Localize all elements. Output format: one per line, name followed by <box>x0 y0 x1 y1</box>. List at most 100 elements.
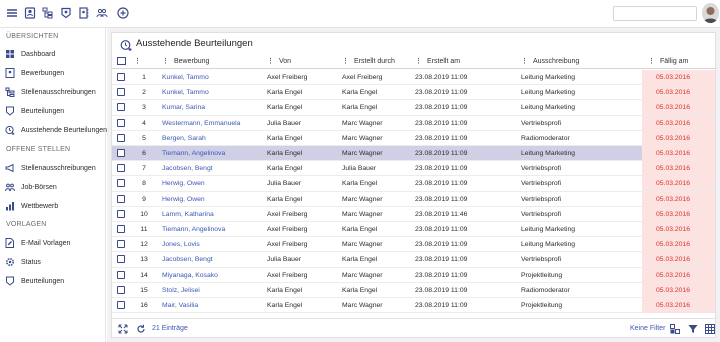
column-header-posting[interactable]: ⋮ Ausschreibung <box>521 57 579 65</box>
table-row[interactable]: 6 Tiemann, Angelinova Karla Engel Marc Wagn… <box>112 146 715 162</box>
sidebar-item-dashboard[interactable]: Dashboard <box>5 47 55 61</box>
due-date-cell: 05.03.2016 <box>642 191 715 207</box>
table-row[interactable]: 4 Westermann, Emmanuela Julia Bauer Marc Wa… <box>112 115 715 131</box>
column-menu-icon[interactable]: ⋮ <box>134 57 141 65</box>
column-header-due-date[interactable]: ⋮ Fällig am <box>648 57 688 65</box>
application-link[interactable]: Herwig, Owen <box>162 176 265 191</box>
badge-icon <box>5 106 15 116</box>
column-header-created-by[interactable]: ⋮ Erstellt durch <box>342 57 395 65</box>
application-link[interactable]: Lamm, Katharina <box>162 207 265 222</box>
from-cell: Karla Engel <box>267 165 303 173</box>
menu-icon[interactable] <box>5 6 19 20</box>
row-checkbox[interactable] <box>117 73 125 81</box>
application-link[interactable]: Kunkel, Tammo <box>162 85 265 100</box>
table-row[interactable]: 2 Kunkel, Tammo Karla Engel Karla Engel 23.0… <box>112 85 715 101</box>
application-link[interactable]: Bergen, Sarah <box>162 131 265 146</box>
application-link[interactable]: Mair, Vasilia <box>162 298 265 313</box>
pending-evaluations-panel: Ausstehende Beurteilungen ⋮ ⋮ Bewerbung ⋮… <box>111 32 716 338</box>
row-checkbox[interactable] <box>117 270 125 279</box>
sidebar-item-job-postings[interactable]: Stellenausschreibungen <box>5 85 96 99</box>
due-date-cell: 05.03.2016 <box>642 267 715 283</box>
column-header-application[interactable]: ⋮ Bewerbung <box>162 57 209 65</box>
application-link[interactable]: Jones, Lovis <box>162 237 265 252</box>
posting-cell: Leitung Marketing <box>521 89 576 97</box>
columns-icon[interactable] <box>670 324 680 336</box>
row-checkbox[interactable] <box>117 209 125 218</box>
table-row[interactable]: 13 Jacobsen, Bengt Julia Bauer Karla Engel 2… <box>112 252 715 268</box>
created-by-cell: Marc Wagner <box>342 302 383 309</box>
sidebar-item-status[interactable]: Status <box>5 255 41 269</box>
row-checkbox[interactable] <box>117 164 125 173</box>
select-all-icon[interactable] <box>117 57 126 65</box>
application-link[interactable]: Jacobsen, Bengt <box>162 252 265 267</box>
row-checkbox[interactable] <box>117 194 125 203</box>
application-link[interactable]: Stolz, Jelisei <box>162 283 265 298</box>
search-input[interactable] <box>613 6 697 21</box>
row-number: 2 <box>142 89 146 97</box>
application-link[interactable]: Kunkel, Tammo <box>162 70 265 85</box>
application-link[interactable]: Tiemann, Angelinova <box>162 146 265 161</box>
table-row[interactable]: 11 Tiemann, Angelinova Axel Freiberg Karla … <box>112 222 715 238</box>
expand-icon[interactable] <box>118 324 128 336</box>
profile-book-icon[interactable] <box>77 6 91 20</box>
application-link[interactable]: Kumar, Sarina <box>162 100 265 115</box>
sidebar-item-job-boards[interactable]: Job-Börsen <box>5 180 57 194</box>
application-link[interactable]: Herwig, Owen <box>162 192 265 207</box>
application-link[interactable]: Jacobsen, Bengt <box>162 161 265 176</box>
row-checkbox[interactable] <box>117 118 125 127</box>
sidebar-item-evaluation-templates[interactable]: Beurteilungen <box>5 274 64 288</box>
org-chart-icon[interactable] <box>41 6 55 20</box>
filter-status[interactable]: Keine Filter <box>630 325 665 332</box>
row-checkbox[interactable] <box>117 255 125 264</box>
row-checkbox[interactable] <box>117 88 125 97</box>
table-view-icon[interactable] <box>705 324 715 336</box>
sidebar-item-evaluations[interactable]: Beurteilungen <box>5 104 64 118</box>
due-date-cell: 05.03.2016 <box>642 70 715 85</box>
filter-icon[interactable] <box>688 324 698 336</box>
row-number: 13 <box>140 256 148 264</box>
created-at-cell: 23.08.2019 11:09 <box>415 226 468 233</box>
badge-icon[interactable] <box>59 6 73 20</box>
row-checkbox[interactable] <box>117 225 125 233</box>
table-row[interactable]: 3 Kumar, Sarina Karla Engel Karla Engel 23.0… <box>112 100 715 116</box>
created-at-cell: 23.08.2019 11:09 <box>415 119 468 127</box>
created-by-cell: Karla Engel <box>342 286 378 294</box>
refresh-icon[interactable] <box>136 324 146 336</box>
table-row[interactable]: 14 Miyanaga, Kosako Axel Freiberg Marc Wagn… <box>112 267 715 283</box>
column-header-created-at[interactable]: ⋮ Erstellt am <box>415 57 460 65</box>
row-checkbox[interactable] <box>117 179 125 188</box>
due-date-cell: 05.03.2016 <box>642 206 715 222</box>
sidebar-item-applications[interactable]: Bewerbungen <box>5 66 64 80</box>
row-checkbox[interactable] <box>117 133 125 142</box>
row-checkbox[interactable] <box>117 301 125 309</box>
people-icon[interactable] <box>95 6 109 20</box>
table-row[interactable]: 1 Kunkel, Tammo Axel Freiberg Axel Freiberg… <box>112 70 715 86</box>
row-number: 10 <box>140 210 148 218</box>
table-row[interactable]: 16 Mair, Vasilia Karla Engel Marc Wagner 23.… <box>112 298 715 314</box>
row-checkbox[interactable] <box>117 285 125 294</box>
table-row[interactable]: 15 Stolz, Jelisei Karla Engel Karla Engel 23… <box>112 282 715 298</box>
user-card-icon[interactable] <box>23 6 37 20</box>
sidebar-item-competition[interactable]: Wettbewerb <box>5 199 58 213</box>
table-row[interactable]: 9 Herwig, Owen Karla Engel Marc Wagner 23.08… <box>112 191 715 207</box>
sidebar-item-email-templates[interactable]: E-Mail Vorlagen <box>5 236 70 250</box>
sidebar-item-job-postings-2[interactable]: Stellenausschreibungen <box>5 161 96 175</box>
application-link[interactable]: Miyanaga, Kosako <box>162 268 265 283</box>
add-circle-icon[interactable] <box>116 6 130 20</box>
application-link[interactable]: Tiemann, Angelinova <box>162 222 265 237</box>
sidebar-item-pending-evaluations[interactable]: Ausstehende Beurteilungen <box>5 123 107 137</box>
top-toolbar <box>0 0 720 28</box>
application-link[interactable]: Westermann, Emmanuela <box>162 116 265 131</box>
posting-cell: Leitung Marketing <box>521 104 576 112</box>
table-row[interactable]: 5 Bergen, Sarah Karla Engel Marc Wagner 23.0… <box>112 130 715 146</box>
column-header-from[interactable]: ⋮ Von <box>267 57 291 65</box>
table-row[interactable]: 10 Lamm, Katharina Axel Freiberg Marc Wagne… <box>112 206 715 222</box>
row-checkbox[interactable] <box>117 103 125 112</box>
avatar[interactable] <box>702 3 719 23</box>
table-row[interactable]: 7 Jacobsen, Bengt Karla Engel Julia Bauer 23… <box>112 161 715 177</box>
table-row[interactable]: 12 Jones, Lovis Axel Freiberg Marc Wagner 23… <box>112 237 715 253</box>
table-row[interactable]: 8 Herwig, Owen Julia Bauer Karla Engel 23.08… <box>112 176 715 192</box>
row-checkbox[interactable] <box>117 240 125 249</box>
row-checkbox[interactable] <box>117 149 125 157</box>
sidebar: ÜBERSICHTEN Dashboard Bewerbungen Stelle… <box>0 28 107 342</box>
